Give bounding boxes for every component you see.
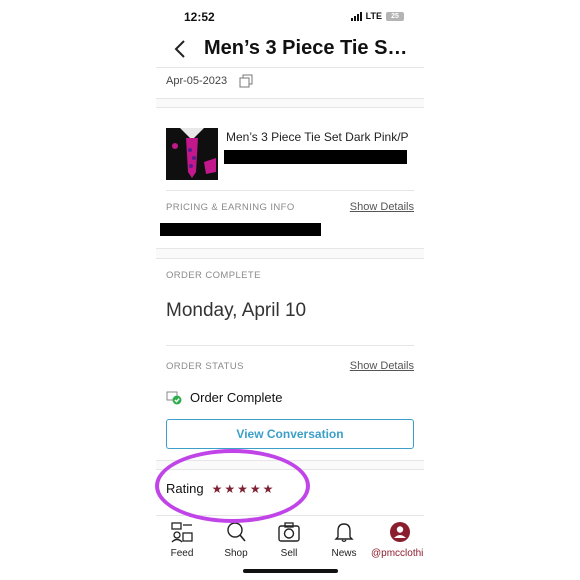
status-bar: 12:52 LTE 25	[156, 8, 424, 28]
view-conversation-button[interactable]: View Conversation	[166, 419, 414, 449]
bottom-tab-bar: Feed Shop Sell News @pmcclothin	[156, 515, 424, 565]
tab-shop[interactable]: Shop	[210, 520, 262, 559]
tab-label: News	[331, 548, 357, 559]
pricing-show-details-link[interactable]: Show Details	[350, 201, 414, 213]
tab-label: Feed	[170, 548, 194, 559]
page-title: Men’s 3 Piece Tie S…	[204, 37, 408, 59]
product-thumbnail[interactable]	[166, 128, 218, 180]
tab-label: @pmcclothin	[371, 548, 424, 559]
signal-icon	[350, 11, 362, 21]
feed-icon	[171, 522, 193, 543]
tab-feed[interactable]: Feed	[156, 520, 208, 559]
section-divider-band	[156, 248, 424, 259]
package-check-icon	[166, 391, 182, 405]
rating-label: Rating	[166, 481, 204, 496]
star-icon: ★	[224, 481, 236, 496]
order-status-row: Order Complete	[166, 389, 282, 405]
tie-image	[166, 128, 218, 180]
camera-icon	[278, 522, 300, 542]
pricing-label: PRICING & EARNING INFO	[166, 202, 295, 213]
star-icon: ★	[211, 481, 223, 496]
tab-label: Sell	[280, 548, 298, 559]
redacted-block	[224, 150, 407, 164]
tab-label: Shop	[224, 548, 248, 559]
rating-row: Rating ★ ★ ★ ★ ★	[166, 481, 273, 496]
section-divider-band	[156, 460, 424, 470]
divider	[166, 190, 414, 191]
page-header: Men’s 3 Piece Tie S…	[156, 30, 424, 68]
bell-icon	[334, 523, 354, 543]
rating-stars: ★ ★ ★ ★ ★	[212, 483, 274, 495]
tab-news[interactable]: News	[318, 520, 370, 559]
phone-screen: 12:52 LTE 25 Men’s 3 Piece Tie S… Apr-05…	[156, 0, 424, 580]
order-complete-date: Monday, April 10	[166, 300, 307, 321]
order-complete-label: ORDER COMPLETE	[166, 270, 261, 281]
back-arrow-icon[interactable]	[172, 39, 190, 59]
battery-icon: 25	[386, 11, 404, 21]
tab-profile[interactable]: @pmcclothin	[370, 520, 424, 559]
search-icon	[227, 522, 246, 542]
status-indicators: LTE 25	[350, 11, 404, 21]
copy-icon[interactable]	[239, 74, 253, 88]
redacted-block	[160, 223, 321, 236]
divider	[166, 345, 414, 346]
section-divider-band	[156, 98, 424, 108]
status-time: 12:52	[184, 10, 215, 24]
order-status-value: Order Complete	[190, 389, 283, 405]
star-icon: ★	[262, 481, 274, 496]
network-label: LTE	[365, 11, 382, 21]
avatar-icon	[390, 522, 410, 542]
order-date: Apr-05-2023	[166, 75, 228, 87]
home-indicator	[243, 569, 338, 573]
order-status-show-details-link[interactable]: Show Details	[350, 360, 414, 372]
star-icon: ★	[237, 481, 248, 496]
star-icon: ★	[249, 481, 261, 496]
order-status-label: ORDER STATUS	[166, 361, 244, 372]
tab-sell[interactable]: Sell	[263, 520, 315, 559]
order-date-row: Apr-05-2023	[166, 70, 253, 92]
product-name[interactable]: Men’s 3 Piece Tie Set Dark Pink/P	[226, 130, 409, 144]
